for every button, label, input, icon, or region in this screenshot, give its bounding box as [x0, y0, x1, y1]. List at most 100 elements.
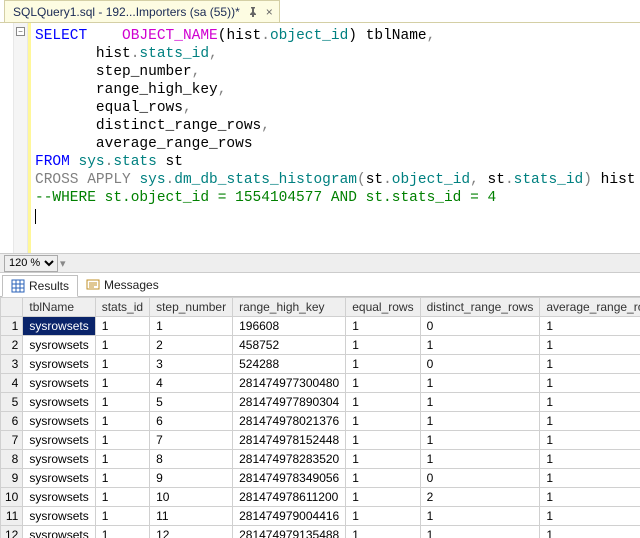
cell[interactable]: 1: [346, 507, 420, 526]
row-number[interactable]: 5: [1, 393, 23, 412]
table-row[interactable]: 4sysrowsets14281474977300480111: [1, 374, 640, 393]
cell[interactable]: 1: [95, 507, 149, 526]
row-number[interactable]: 3: [1, 355, 23, 374]
cell[interactable]: 1: [420, 450, 540, 469]
cell[interactable]: 0: [420, 469, 540, 488]
cell[interactable]: 1: [346, 393, 420, 412]
cell[interactable]: sysrowsets: [23, 450, 95, 469]
cell[interactable]: 1: [540, 336, 640, 355]
cell[interactable]: 11: [150, 507, 233, 526]
cell[interactable]: 1: [540, 374, 640, 393]
cell[interactable]: 281474979135488: [233, 526, 346, 538]
cell[interactable]: sysrowsets: [23, 336, 95, 355]
cell[interactable]: 1: [540, 450, 640, 469]
cell[interactable]: 1: [346, 412, 420, 431]
cell[interactable]: 1: [420, 374, 540, 393]
table-row[interactable]: 9sysrowsets19281474978349056101: [1, 469, 640, 488]
cell[interactable]: 1: [95, 526, 149, 538]
table-row[interactable]: 11sysrowsets111281474979004416111: [1, 507, 640, 526]
table-row[interactable]: 7sysrowsets17281474978152448111: [1, 431, 640, 450]
cell[interactable]: 281474978349056: [233, 469, 346, 488]
zoom-select[interactable]: 120 %: [4, 255, 58, 272]
cell[interactable]: 196608: [233, 317, 346, 336]
row-number[interactable]: 9: [1, 469, 23, 488]
cell[interactable]: 1: [346, 374, 420, 393]
row-number[interactable]: 8: [1, 450, 23, 469]
cell[interactable]: 1: [420, 393, 540, 412]
close-icon[interactable]: ×: [266, 5, 273, 19]
column-header[interactable]: stats_id: [95, 298, 149, 317]
cell[interactable]: 1: [346, 488, 420, 507]
cell[interactable]: 1: [540, 488, 640, 507]
column-header[interactable]: average_range_rows: [540, 298, 640, 317]
column-header[interactable]: distinct_range_rows: [420, 298, 540, 317]
results-grid-container[interactable]: tblNamestats_idstep_numberrange_high_key…: [0, 297, 640, 538]
cell[interactable]: 281474978152448: [233, 431, 346, 450]
row-number[interactable]: 2: [1, 336, 23, 355]
cell[interactable]: 1: [540, 507, 640, 526]
cell[interactable]: 1: [540, 526, 640, 538]
row-number[interactable]: 12: [1, 526, 23, 538]
cell[interactable]: 4: [150, 374, 233, 393]
cell[interactable]: 6: [150, 412, 233, 431]
cell[interactable]: sysrowsets: [23, 317, 95, 336]
cell[interactable]: 1: [540, 317, 640, 336]
cell[interactable]: 281474977300480: [233, 374, 346, 393]
cell[interactable]: 1: [540, 431, 640, 450]
tab-results[interactable]: Results: [2, 275, 78, 297]
cell[interactable]: 1: [95, 488, 149, 507]
cell[interactable]: 1: [95, 450, 149, 469]
cell[interactable]: 1: [346, 469, 420, 488]
cell[interactable]: 1: [420, 526, 540, 538]
column-header[interactable]: range_high_key: [233, 298, 346, 317]
cell[interactable]: 10: [150, 488, 233, 507]
cell[interactable]: 1: [540, 393, 640, 412]
cell[interactable]: 281474979004416: [233, 507, 346, 526]
cell[interactable]: 1: [540, 469, 640, 488]
cell[interactable]: 5: [150, 393, 233, 412]
cell[interactable]: 1: [95, 317, 149, 336]
cell[interactable]: 1: [95, 393, 149, 412]
row-number[interactable]: 4: [1, 374, 23, 393]
cell[interactable]: 1: [150, 317, 233, 336]
cell[interactable]: 1: [346, 526, 420, 538]
cell[interactable]: 1: [95, 336, 149, 355]
table-row[interactable]: 10sysrowsets110281474978611200121: [1, 488, 640, 507]
cell[interactable]: sysrowsets: [23, 507, 95, 526]
cell[interactable]: sysrowsets: [23, 469, 95, 488]
cell[interactable]: sysrowsets: [23, 488, 95, 507]
cell[interactable]: 1: [95, 374, 149, 393]
cell[interactable]: 1: [346, 336, 420, 355]
cell[interactable]: 1: [346, 317, 420, 336]
cell[interactable]: sysrowsets: [23, 355, 95, 374]
table-row[interactable]: 1sysrowsets11196608101: [1, 317, 640, 336]
cell[interactable]: 1: [420, 431, 540, 450]
table-row[interactable]: 6sysrowsets16281474978021376111: [1, 412, 640, 431]
cell[interactable]: 458752: [233, 336, 346, 355]
cell[interactable]: 8: [150, 450, 233, 469]
cell[interactable]: 1: [95, 469, 149, 488]
cell[interactable]: 2: [150, 336, 233, 355]
results-grid[interactable]: tblNamestats_idstep_numberrange_high_key…: [0, 297, 640, 538]
cell[interactable]: 7: [150, 431, 233, 450]
table-row[interactable]: 12sysrowsets112281474979135488111: [1, 526, 640, 538]
row-number[interactable]: 7: [1, 431, 23, 450]
document-tab-active[interactable]: SQLQuery1.sql - 192...Importers (sa (55)…: [4, 0, 280, 22]
cell[interactable]: 1: [346, 355, 420, 374]
cell[interactable]: 1: [420, 412, 540, 431]
cell[interactable]: sysrowsets: [23, 393, 95, 412]
cell[interactable]: sysrowsets: [23, 526, 95, 538]
cell[interactable]: 12: [150, 526, 233, 538]
cell[interactable]: sysrowsets: [23, 412, 95, 431]
cell[interactable]: 2: [420, 488, 540, 507]
column-header[interactable]: equal_rows: [346, 298, 420, 317]
table-row[interactable]: 5sysrowsets15281474977890304111: [1, 393, 640, 412]
row-number[interactable]: 6: [1, 412, 23, 431]
row-number[interactable]: 11: [1, 507, 23, 526]
row-number[interactable]: 10: [1, 488, 23, 507]
table-row[interactable]: 3sysrowsets13524288101: [1, 355, 640, 374]
cell[interactable]: 1: [420, 336, 540, 355]
table-row[interactable]: 8sysrowsets18281474978283520111: [1, 450, 640, 469]
cell[interactable]: 524288: [233, 355, 346, 374]
cell[interactable]: 3: [150, 355, 233, 374]
